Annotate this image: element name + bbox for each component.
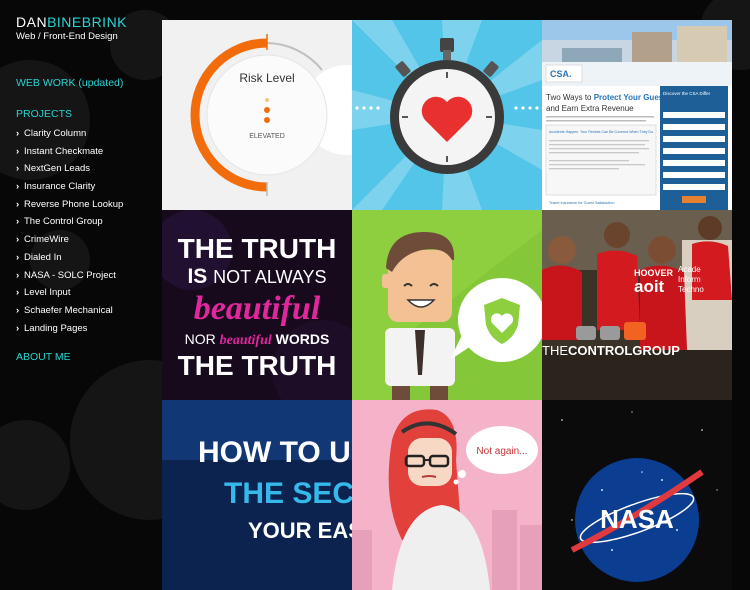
csa-headline-2: and Earn Extra Revenue bbox=[546, 104, 634, 113]
chevron-right-icon: › bbox=[16, 145, 20, 157]
chevron-right-icon: › bbox=[16, 198, 20, 210]
chevron-right-icon: › bbox=[16, 322, 20, 334]
project-item-nextgen-leads[interactable]: › NextGen Leads bbox=[16, 163, 123, 181]
csa-submit-button bbox=[682, 196, 706, 203]
sidebar: DANBINEBRINK Web / Front-End Design WEB … bbox=[0, 0, 160, 520]
secrets-line-1: HOW TO UNCO bbox=[198, 436, 352, 469]
stopwatch-crown bbox=[440, 38, 454, 52]
project-label: Insurance Clarity bbox=[24, 181, 96, 193]
tile-secrets-poster[interactable]: HOW TO UNCO THE SECRETS YOUR EAS bbox=[162, 400, 352, 590]
csa-headline-1: Two Ways to Protect Your Guests bbox=[546, 93, 671, 102]
csa-form-title: Discover the CSA Differ bbox=[663, 91, 711, 96]
project-item-nasa-solc[interactable]: › NASA - SOLC Project bbox=[16, 270, 123, 288]
chevron-right-icon: › bbox=[16, 304, 20, 316]
csa-travel-heading: Travel Insurance for Guest Satisfaction bbox=[549, 201, 615, 205]
truth-line-4: NOR beautiful WORDS bbox=[185, 331, 330, 348]
project-item-clarity-column[interactable]: › Clarity Column bbox=[16, 128, 123, 146]
chevron-right-icon: › bbox=[16, 128, 20, 139]
risk-title: Risk Level bbox=[239, 71, 294, 85]
truth-line-1: THE TRUTH bbox=[178, 233, 337, 264]
academy-text: Acade bbox=[678, 265, 701, 274]
site-tagline: Web / Front-End Design bbox=[16, 31, 118, 42]
secrets-line-3: YOUR EAS bbox=[248, 518, 352, 543]
truth-line-2: IS NOT ALWAYS bbox=[187, 265, 326, 288]
csa-logo: CSA. bbox=[550, 69, 572, 79]
tile-csa-landing-page[interactable]: CSA. Two Ways to Protect Your Guests and… bbox=[542, 20, 732, 210]
nasa-label: NASA bbox=[600, 504, 674, 534]
level-dot bbox=[264, 117, 270, 123]
tile-the-control-group[interactable]: HOOVER aoit Acade Inform Techno THECONTR… bbox=[542, 210, 732, 400]
chevron-right-icon: › bbox=[16, 216, 20, 228]
project-label: Level Input bbox=[24, 287, 71, 299]
project-label: CrimeWire bbox=[24, 234, 69, 246]
project-label: NextGen Leads bbox=[24, 163, 91, 175]
project-label: Reverse Phone Lookup bbox=[24, 198, 124, 210]
project-label: Landing Pages bbox=[24, 322, 88, 334]
level-dot bbox=[264, 107, 270, 113]
portfolio-grid: Risk Level ELEVATED CSA. Two Ways to Pro… bbox=[162, 20, 732, 590]
truth-line-3: beautiful bbox=[194, 290, 321, 327]
nav-about-me[interactable]: ABOUT ME bbox=[16, 351, 71, 363]
project-item-instant-checkmate[interactable]: › Instant Checkmate bbox=[16, 146, 123, 164]
project-label: Instant Checkmate bbox=[24, 145, 104, 157]
secrets-line-2: THE SECRETS bbox=[224, 477, 352, 510]
tile-nasa[interactable]: NASA bbox=[542, 400, 732, 590]
csa-box-title: Accidents Happen. Your Rentals Can Be Co… bbox=[549, 130, 654, 134]
speech-bubble-text: Not again... bbox=[476, 446, 527, 457]
logo-first: DAN bbox=[16, 14, 48, 30]
chevron-right-icon: › bbox=[16, 163, 20, 175]
project-item-landing-pages[interactable]: › Landing Pages bbox=[16, 323, 123, 341]
project-item-insurance-clarity[interactable]: › Insurance Clarity bbox=[16, 181, 123, 199]
project-label: Clarity Column bbox=[24, 128, 87, 139]
nav-web-work[interactable]: WEB WORK (updated) bbox=[16, 77, 123, 89]
project-item-dialed-in[interactable]: › Dialed In bbox=[16, 252, 123, 270]
information-text: Inform bbox=[678, 275, 701, 284]
project-item-schaefer-mechanical[interactable]: › Schaefer Mechanical bbox=[16, 305, 123, 323]
aoit-logo: aoit bbox=[634, 277, 665, 296]
chevron-right-icon: › bbox=[16, 269, 20, 281]
projects-heading[interactable]: PROJECTS bbox=[16, 108, 72, 120]
tile-risk-level[interactable]: Risk Level ELEVATED bbox=[162, 20, 352, 210]
project-item-the-control-group[interactable]: › The Control Group bbox=[16, 216, 123, 234]
logo-second: BINEBRINK bbox=[47, 14, 128, 30]
chevron-right-icon: › bbox=[16, 234, 20, 246]
tile-cartoon-shield[interactable] bbox=[352, 210, 542, 400]
cartoon-man bbox=[382, 232, 455, 400]
project-label: Dialed In bbox=[24, 251, 62, 263]
control-group-brand: THECONTROLGROUP bbox=[542, 343, 680, 358]
project-item-crimewire[interactable]: › CrimeWire bbox=[16, 234, 123, 252]
tile-the-truth[interactable]: THE TRUTH IS NOT ALWAYS beautiful NOR be… bbox=[162, 210, 352, 400]
project-item-reverse-phone-lookup[interactable]: › Reverse Phone Lookup bbox=[16, 199, 123, 217]
project-label: The Control Group bbox=[24, 216, 103, 228]
project-item-level-input[interactable]: › Level Input bbox=[16, 287, 123, 305]
project-label: Schaefer Mechanical bbox=[24, 304, 113, 316]
chevron-right-icon: › bbox=[16, 251, 20, 263]
truth-line-5: THE TRUTH bbox=[178, 350, 337, 381]
site-logo[interactable]: DANBINEBRINK bbox=[16, 14, 127, 30]
technology-text: Techno bbox=[678, 285, 704, 294]
risk-status: ELEVATED bbox=[249, 133, 285, 140]
chevron-right-icon: › bbox=[16, 181, 20, 193]
chevron-right-icon: › bbox=[16, 287, 20, 299]
tile-comic-woman[interactable]: Not again... bbox=[352, 400, 542, 590]
project-label: NASA - SOLC Project bbox=[24, 269, 116, 281]
tile-stopwatch[interactable] bbox=[352, 20, 542, 210]
level-dot bbox=[265, 98, 269, 102]
projects-list: › Clarity Column › Instant Checkmate › Next… bbox=[16, 128, 123, 340]
